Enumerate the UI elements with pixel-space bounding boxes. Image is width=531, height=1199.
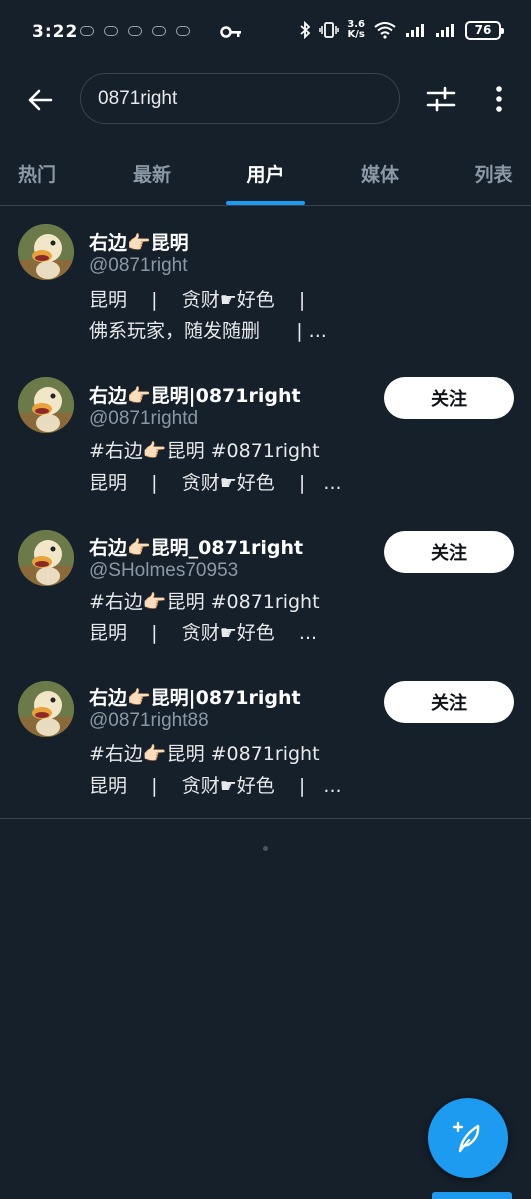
vibrate-icon [319, 22, 340, 38]
user-bio-line: #右边👉🏻昆明 #0871right [89, 743, 320, 765]
avatar[interactable] [18, 224, 74, 280]
user-result[interactable]: 右边👉🏻昆明|0871right @0871rightd #右边👉🏻昆明 #08… [0, 367, 531, 519]
wifi-icon [374, 22, 396, 39]
tab-popular[interactable]: 热门 [0, 140, 74, 206]
user-bio-line: #右边👉🏻昆明 #0871right [89, 591, 320, 613]
list-divider [0, 818, 531, 819]
avatar[interactable] [18, 377, 74, 433]
tab-people[interactable]: 用户 [226, 140, 305, 206]
user-display-name: 右边👉🏻昆明|0871right [89, 385, 301, 407]
user-display-name: 右边👉🏻昆明 [89, 232, 189, 254]
sliders-icon [426, 86, 456, 112]
user-display-name: 右边👉🏻昆明|0871right [89, 687, 301, 709]
loading-dot [263, 846, 268, 851]
search-input[interactable] [98, 87, 378, 110]
network-speed-unit: K/s [347, 29, 365, 40]
user-bio-line: #右边👉🏻昆明 #0871right [89, 440, 320, 462]
battery-icon: 76 [465, 20, 504, 40]
back-button[interactable] [24, 84, 56, 116]
status-time: 3:22 [32, 22, 79, 42]
arrow-left-icon [28, 89, 53, 111]
user-bio-line: 佛系玩家，随发随删 | ... [89, 320, 327, 342]
bluetooth-icon [300, 21, 311, 39]
notification-icons [80, 26, 190, 36]
search-tabs: 热门 最新 用户 媒体 列表 [0, 140, 531, 206]
user-result[interactable]: 右边👉🏻昆明 @0871right 昆明 | 贪财☛好色 | 佛系玩家，随发随删… [0, 207, 531, 367]
signal-icon [406, 24, 424, 37]
user-bio-line: 昆明 | 贪财☛好色 | ... [89, 775, 342, 797]
more-vertical-icon [496, 86, 502, 112]
more-options-button[interactable] [484, 82, 514, 116]
bottom-bar-peek [432, 1192, 512, 1199]
top-bar [0, 66, 531, 134]
user-bio-line: 昆明 | 贪财☛好色 | [89, 289, 306, 311]
active-tab-indicator [226, 201, 305, 205]
follow-button[interactable]: 关注 [384, 377, 514, 419]
user-result[interactable]: 右边👉🏻昆明|0871right @0871right88 #右边👉🏻昆明 #0… [0, 669, 531, 818]
feather-plus-icon [452, 1121, 480, 1153]
follow-button[interactable]: 关注 [384, 531, 514, 573]
filter-button[interactable] [424, 82, 458, 116]
follow-button[interactable]: 关注 [384, 681, 514, 723]
notification-icon [104, 26, 118, 36]
notification-icon [176, 26, 190, 36]
status-bar: 3:22 3.6 K/s 76 [0, 0, 531, 66]
compose-button[interactable] [428, 1098, 508, 1178]
search-box[interactable] [80, 73, 400, 124]
user-bio-line: 昆明 | 贪财☛好色 | ... [89, 472, 342, 494]
user-handle: @SHolmes70953 [89, 560, 239, 581]
key-icon [220, 26, 241, 38]
notification-icon [80, 26, 94, 36]
duck-avatar-image [18, 681, 74, 737]
duck-avatar-image [18, 377, 74, 433]
user-handle: @0871rightd [89, 408, 199, 429]
network-speed: 3.6 K/s [347, 20, 365, 40]
screen: 3:22 3.6 K/s 76 0871right 热门 最新 用户 媒体 列表… [0, 0, 531, 1199]
user-bio-line: 昆明 | 贪财☛好色 ... [89, 622, 318, 644]
avatar[interactable] [18, 530, 74, 586]
user-handle: @0871right88 [89, 710, 209, 731]
tab-media[interactable]: 媒体 [342, 140, 418, 206]
duck-avatar-image [18, 224, 74, 280]
status-right-group: 3.6 K/s 76 [299, 20, 504, 40]
user-handle: @0871right [89, 255, 188, 276]
avatar[interactable] [18, 681, 74, 737]
user-result[interactable]: 右边👉🏻昆明_0871right @SHolmes70953 #右边👉🏻昆明 #… [0, 519, 531, 669]
duck-avatar-image [18, 530, 74, 586]
user-display-name: 右边👉🏻昆明_0871right [89, 537, 304, 559]
tab-latest[interactable]: 最新 [114, 140, 190, 206]
tab-lists[interactable]: 列表 [456, 140, 531, 206]
notification-icon [152, 26, 166, 36]
notification-icon [128, 26, 142, 36]
signal-icon [436, 24, 454, 37]
